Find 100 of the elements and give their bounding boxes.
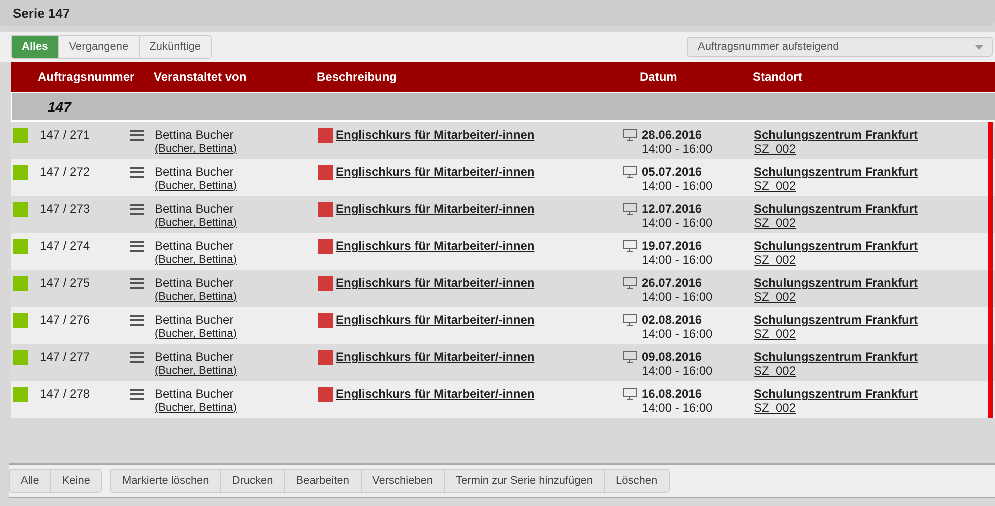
description-link[interactable]: Englischkurs für Mitarbeiter/-innen	[336, 313, 535, 327]
status-square-icon	[13, 350, 28, 365]
description-link[interactable]: Englischkurs für Mitarbeiter/-innen	[336, 350, 535, 364]
monitor-icon	[623, 388, 637, 400]
sort-value: Auftragsnummer aufsteigend	[698, 41, 840, 53]
organizer-name: Bettina Bucher	[155, 239, 235, 253]
table-row[interactable]: 147 / 271 Bettina Bucher (Bucher, Bettina) Englischkurs für Mitarbeiter/-innen 28.06.2016 14:00 - 16:00 Schulungszentrum Frankfurt SZ_002	[11, 122, 995, 159]
order-number: 147 / 277	[40, 350, 90, 364]
time-text: 14:00 - 16:00	[642, 364, 713, 378]
monitor-icon	[623, 277, 637, 289]
table-row[interactable]: 147 / 278 Bettina Bucher (Bucher, Bettina) Englischkurs für Mitarbeiter/-innen 16.08.2016 14:00 - 16:00 Schulungszentrum Frankfurt SZ_002	[11, 381, 995, 418]
action-button[interactable]: Markierte löschen	[111, 470, 222, 492]
organizer-name: Bettina Bucher	[155, 128, 235, 142]
time-text: 14:00 - 16:00	[642, 253, 713, 267]
monitor-icon	[623, 166, 637, 178]
monitor-icon	[623, 314, 637, 326]
organizer-name: Bettina Bucher	[155, 276, 235, 290]
category-square-icon	[318, 165, 333, 180]
category-square-icon	[318, 202, 333, 217]
room-link[interactable]: SZ_002	[754, 253, 796, 267]
menu-icon[interactable]	[130, 315, 144, 326]
table-row[interactable]: 147 / 272 Bettina Bucher (Bucher, Bettina) Englischkurs für Mitarbeiter/-innen 05.07.2016 14:00 - 16:00 Schulungszentrum Frankfurt SZ_002	[11, 159, 995, 196]
action-button[interactable]: Termin zur Serie hinzufügen	[445, 470, 606, 492]
location-link[interactable]: Schulungszentrum Frankfurt	[754, 313, 918, 327]
column-header: Standort	[753, 70, 802, 84]
monitor-icon	[623, 240, 637, 252]
action-button[interactable]: Verschieben	[362, 470, 446, 492]
organizer-name: Bettina Bucher	[155, 165, 235, 179]
category-square-icon	[318, 350, 333, 365]
category-square-icon	[318, 128, 333, 143]
location-link[interactable]: Schulungszentrum Frankfurt	[754, 350, 918, 364]
time-text: 14:00 - 16:00	[642, 401, 713, 415]
table-row[interactable]: 147 / 273 Bettina Bucher (Bucher, Bettina) Englischkurs für Mitarbeiter/-innen 12.07.2016 14:00 - 16:00 Schulungszentrum Frankfurt SZ_002	[11, 196, 995, 233]
location-link[interactable]: Schulungszentrum Frankfurt	[754, 165, 918, 179]
room-link[interactable]: SZ_002	[754, 179, 796, 193]
organizer-link[interactable]: (Bucher, Bettina)	[155, 253, 318, 267]
monitor-icon	[623, 203, 637, 215]
location-link[interactable]: Schulungszentrum Frankfurt	[754, 128, 918, 142]
menu-icon[interactable]	[130, 389, 144, 400]
time-text: 14:00 - 16:00	[642, 179, 713, 193]
room-link[interactable]: SZ_002	[754, 364, 796, 378]
room-link[interactable]: SZ_002	[754, 216, 796, 230]
window-title: Serie 147	[13, 6, 70, 20]
organizer-link[interactable]: (Bucher, Bettina)	[155, 179, 318, 193]
order-number: 147 / 274	[40, 239, 90, 253]
organizer-link[interactable]: (Bucher, Bettina)	[155, 216, 318, 230]
menu-icon[interactable]	[130, 352, 144, 363]
order-number: 147 / 275	[40, 276, 90, 290]
table-row[interactable]: 147 / 275 Bettina Bucher (Bucher, Bettina) Englischkurs für Mitarbeiter/-innen 26.07.2016 14:00 - 16:00 Schulungszentrum Frankfurt SZ_002	[11, 270, 995, 307]
date-text: 19.07.2016	[642, 239, 704, 253]
location-link[interactable]: Schulungszentrum Frankfurt	[754, 202, 918, 216]
menu-icon[interactable]	[130, 204, 144, 215]
description-link[interactable]: Englischkurs für Mitarbeiter/-innen	[336, 239, 535, 253]
room-link[interactable]: SZ_002	[754, 327, 796, 341]
organizer-link[interactable]: (Bucher, Bettina)	[155, 401, 318, 415]
order-number: 147 / 272	[40, 165, 90, 179]
organizer-link[interactable]: (Bucher, Bettina)	[155, 364, 318, 378]
menu-icon[interactable]	[130, 167, 144, 178]
select-button[interactable]: Keine	[51, 470, 102, 492]
room-link[interactable]: SZ_002	[754, 142, 796, 156]
menu-icon[interactable]	[130, 130, 144, 141]
room-link[interactable]: SZ_002	[754, 290, 796, 304]
location-link[interactable]: Schulungszentrum Frankfurt	[754, 387, 918, 401]
order-number: 147 / 278	[40, 387, 90, 401]
table-row[interactable]: 147 / 276 Bettina Bucher (Bucher, Bettina) Englischkurs für Mitarbeiter/-innen 02.08.2016 14:00 - 16:00 Schulungszentrum Frankfurt SZ_002	[11, 307, 995, 344]
room-link[interactable]: SZ_002	[754, 401, 796, 415]
action-button[interactable]: Drucken	[221, 470, 286, 492]
organizer-link[interactable]: (Bucher, Bettina)	[155, 327, 318, 341]
time-text: 14:00 - 16:00	[642, 216, 713, 230]
table-row[interactable]: 147 / 274 Bettina Bucher (Bucher, Bettina) Englischkurs für Mitarbeiter/-innen 19.07.2016 14:00 - 16:00 Schulungszentrum Frankfurt SZ_002	[11, 233, 995, 270]
location-link[interactable]: Schulungszentrum Frankfurt	[754, 276, 918, 290]
status-square-icon	[13, 165, 28, 180]
description-link[interactable]: Englischkurs für Mitarbeiter/-innen	[336, 165, 535, 179]
menu-icon[interactable]	[130, 278, 144, 289]
order-number: 147 / 276	[40, 313, 90, 327]
order-number: 147 / 273	[40, 202, 90, 216]
action-button[interactable]: Bearbeiten	[285, 470, 362, 492]
action-button[interactable]: Löschen	[605, 470, 669, 492]
date-text: 16.08.2016	[642, 387, 704, 401]
description-link[interactable]: Englischkurs für Mitarbeiter/-innen	[336, 202, 535, 216]
status-square-icon	[13, 313, 28, 328]
select-button[interactable]: Alle	[10, 470, 52, 492]
table-row[interactable]: 147 / 277 Bettina Bucher (Bucher, Bettina) Englischkurs für Mitarbeiter/-innen 09.08.2016 14:00 - 16:00 Schulungszentrum Frankfurt SZ_002	[11, 344, 995, 381]
organizer-name: Bettina Bucher	[155, 313, 235, 327]
organizer-name: Bettina Bucher	[155, 350, 235, 364]
organizer-link[interactable]: (Bucher, Bettina)	[155, 142, 318, 156]
time-text: 14:00 - 16:00	[642, 290, 713, 304]
description-link[interactable]: Englischkurs für Mitarbeiter/-innen	[336, 387, 535, 401]
menu-icon[interactable]	[130, 241, 144, 252]
organizer-name: Bettina Bucher	[155, 387, 235, 401]
location-link[interactable]: Schulungszentrum Frankfurt	[754, 239, 918, 253]
description-link[interactable]: Englischkurs für Mitarbeiter/-innen	[336, 128, 535, 142]
sort-dropdown[interactable]: Auftragsnummer aufsteigend	[687, 37, 993, 57]
group-label: 147	[48, 98, 72, 114]
description-link[interactable]: Englischkurs für Mitarbeiter/-innen	[336, 276, 535, 290]
organizer-name: Bettina Bucher	[155, 202, 235, 216]
organizer-link[interactable]: (Bucher, Bettina)	[155, 290, 318, 304]
date-text: 26.07.2016	[642, 276, 704, 290]
category-square-icon	[318, 276, 333, 291]
date-text: 05.07.2016	[642, 165, 704, 179]
